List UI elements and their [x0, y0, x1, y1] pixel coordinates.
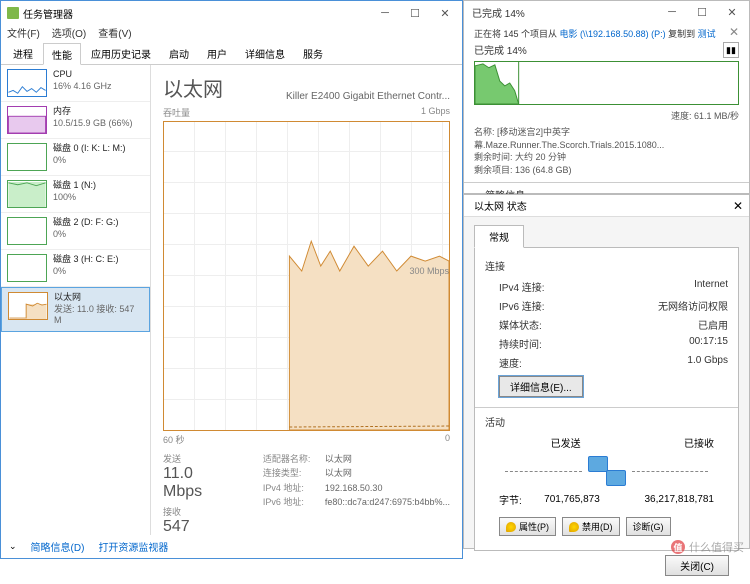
- tm-title-text: 任务管理器: [23, 6, 73, 21]
- kv-row: IPv6 连接:无网络访问权限: [485, 296, 728, 315]
- item-close-icon[interactable]: ✕: [729, 25, 739, 39]
- recv-col-label: 已接收: [684, 435, 714, 450]
- tm-menubar: 文件(F) 选项(O) 查看(V): [1, 25, 462, 43]
- tm-titlebar[interactable]: 任务管理器 ─ ☐ ✕: [1, 1, 462, 25]
- diagnose-button[interactable]: 诊断(G): [626, 517, 671, 536]
- taskmanager-window: 任务管理器 ─ ☐ ✕ 文件(F) 选项(O) 查看(V) 进程 性能 应用历史…: [0, 0, 463, 559]
- watermark: 值 什么值得买: [671, 539, 744, 555]
- tab-apphistory[interactable]: 应用历史记录: [83, 43, 159, 64]
- recv-label: 接收: [163, 505, 233, 518]
- computers-icon: [588, 456, 626, 486]
- perf-main: 以太网 Killer E2400 Gigabit Ethernet Contr.…: [151, 65, 462, 535]
- bytes-recv: 36,217,818,781: [644, 494, 714, 505]
- maximize-button[interactable]: ☐: [400, 2, 430, 24]
- speed-value: 61.1 MB/秒: [694, 111, 739, 121]
- sidebar-disk0[interactable]: 磁盘 0 (I: K: L: M:)0%: [1, 139, 150, 176]
- shield-icon: [569, 522, 579, 532]
- tab-startup[interactable]: 启动: [161, 43, 197, 64]
- shield-icon: [506, 522, 516, 532]
- sidebar-disk1[interactable]: 磁盘 1 (N:)100%: [1, 176, 150, 213]
- close-button[interactable]: ✕: [717, 1, 747, 23]
- src-link[interactable]: 电影 (\\192.168.50.88) (P:): [560, 29, 666, 39]
- copy-metadata: 名称: [移动迷宫2]中英字幕.Maze.Runner.The.Scorch.T…: [474, 126, 739, 176]
- tab-general[interactable]: 常规: [474, 225, 524, 248]
- ethernet-status-dialog: 以太网 状态 ✕ 常规 连接 IPv4 连接:Internet IPv6 连接:…: [463, 194, 750, 549]
- throughput-label: 吞吐量: [163, 106, 190, 119]
- tab-performance[interactable]: 性能: [43, 43, 81, 65]
- send-label: 发送: [163, 452, 233, 465]
- kv-row: 持续时间:00:17:15: [485, 334, 728, 353]
- dst-link[interactable]: 测试: [698, 29, 716, 39]
- send-value: 11.0 Mbps: [163, 465, 233, 501]
- copy-dialog: 已完成 14% ─ ☐ ✕ ✕ 正在将 145 个项目从 电影 (\\192.1…: [463, 0, 750, 194]
- perf-heading: 以太网: [163, 73, 223, 102]
- throughput-graph: 300 Mbps: [163, 121, 450, 431]
- midline-label: 300 Mbps: [409, 266, 449, 276]
- menu-options[interactable]: 选项(O): [52, 25, 86, 43]
- minimize-button[interactable]: ─: [370, 2, 400, 24]
- copy-from-to: 正在将 145 个项目从 电影 (\\192.168.50.88) (P:) 复…: [474, 27, 739, 40]
- bytes-label: 字节:: [499, 492, 522, 507]
- copy-titlebar[interactable]: 已完成 14% ─ ☐ ✕: [464, 1, 749, 23]
- kv-row: 速度:1.0 Gbps: [485, 353, 728, 372]
- close-dialog-button[interactable]: 关闭(C): [665, 555, 729, 576]
- eth-titlebar[interactable]: 以太网 状态 ✕: [464, 195, 749, 217]
- brief-info-link[interactable]: 简略信息(D): [31, 539, 85, 554]
- watermark-icon: 值: [671, 540, 685, 554]
- xaxis-left: 60 秒: [163, 433, 185, 446]
- minimize-button[interactable]: ─: [657, 1, 687, 23]
- kv-row: IPv4 连接:Internet: [485, 277, 728, 296]
- pause-button[interactable]: ▮▮: [723, 42, 739, 58]
- sidebar-disk3[interactable]: 磁盘 3 (H: C: E:)0%: [1, 250, 150, 287]
- recv-value: 547 Mbps: [163, 518, 233, 535]
- activity-icons: [485, 456, 728, 486]
- sidebar-memory[interactable]: 内存10.5/15.9 GB (66%): [1, 102, 150, 139]
- ymax-label: 1 Gbps: [421, 106, 450, 119]
- xaxis-right: 0: [445, 433, 450, 446]
- sidebar-disk2[interactable]: 磁盘 2 (D: F: G:)0%: [1, 213, 150, 250]
- perf-sidebar: CPU16% 4.16 GHz 内存10.5/15.9 GB (66%) 磁盘 …: [1, 65, 151, 535]
- speed-graph: [474, 61, 739, 105]
- details-button[interactable]: 详细信息(E)...: [499, 376, 583, 397]
- tab-services[interactable]: 服务: [295, 43, 331, 64]
- sent-label: 已发送: [551, 435, 581, 450]
- tab-users[interactable]: 用户: [199, 43, 235, 64]
- chevron-down-icon[interactable]: ⌄: [9, 541, 17, 552]
- disable-button[interactable]: 禁用(D): [562, 517, 620, 536]
- menu-view[interactable]: 查看(V): [98, 25, 131, 43]
- connection-heading: 连接: [485, 258, 728, 273]
- tm-tabs: 进程 性能 应用历史记录 启动 用户 详细信息 服务: [1, 43, 462, 65]
- maximize-button[interactable]: ☐: [687, 1, 717, 23]
- tab-details[interactable]: 详细信息: [237, 43, 293, 64]
- menu-file[interactable]: 文件(F): [7, 25, 40, 43]
- close-button[interactable]: ✕: [430, 2, 460, 24]
- eth-title-text: 以太网 状态: [474, 198, 527, 213]
- copy-title-text: 已完成 14%: [472, 5, 525, 20]
- kv-row: 媒体状态:已启用: [485, 315, 728, 334]
- progress-text: 已完成 14%: [474, 46, 527, 57]
- sidebar-cpu[interactable]: CPU16% 4.16 GHz: [1, 65, 150, 102]
- sidebar-ethernet[interactable]: 以太网发送: 11.0 接收: 547 M: [1, 287, 150, 332]
- activity-heading: 活动: [485, 414, 728, 429]
- properties-button[interactable]: 属性(P): [499, 517, 556, 536]
- close-button[interactable]: ✕: [733, 199, 743, 213]
- resmon-link[interactable]: 打开资源监视器: [98, 539, 168, 554]
- bytes-sent: 701,765,873: [544, 494, 600, 505]
- device-name: Killer E2400 Gigabit Ethernet Contr...: [286, 91, 450, 102]
- taskmanager-icon: [7, 7, 19, 19]
- tab-processes[interactable]: 进程: [5, 43, 41, 64]
